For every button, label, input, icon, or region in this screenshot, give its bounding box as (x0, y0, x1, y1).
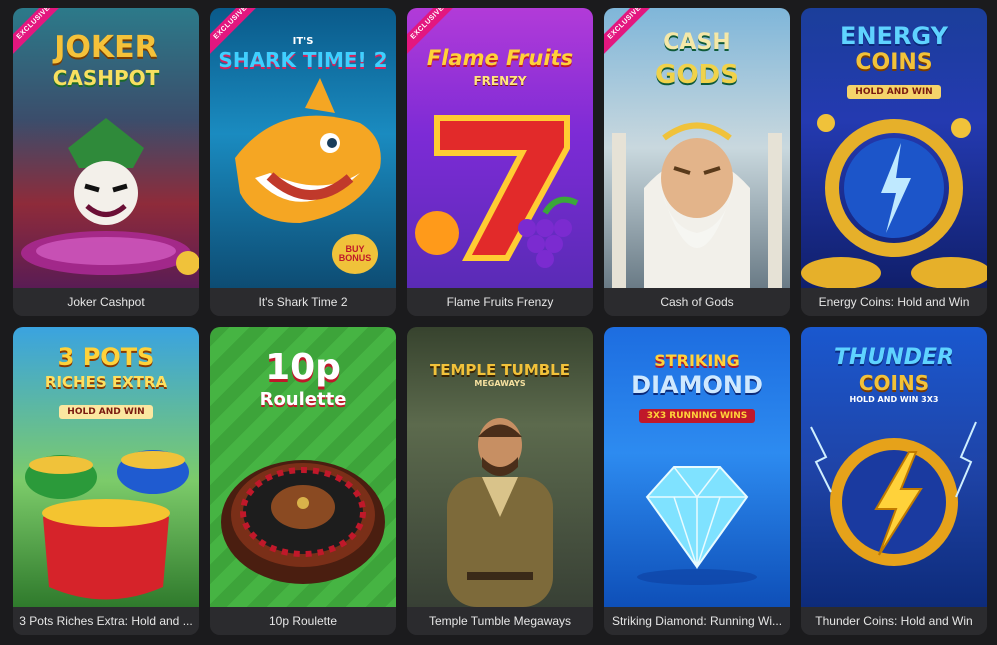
game-card-thunder-coins[interactable]: THUNDER COINS HOLD AND WIN 3X3 Thunder C… (801, 327, 987, 635)
buy-bonus-tag: BUY BONUS (332, 234, 378, 274)
game-logo-subtitle: DIAMOND (631, 371, 763, 399)
game-card-10p-roulette[interactable]: 10p Roulette 10p Roulette (210, 327, 396, 635)
game-logo-title: STRIKING (654, 351, 740, 370)
game-logo-title: ENERGY (840, 22, 948, 50)
game-logo-subtitle: MEGAWAYS (474, 379, 526, 388)
game-thumbnail[interactable]: 10p Roulette (210, 327, 396, 607)
game-thumbnail[interactable]: EXCLUSIVE CASH GODS (604, 8, 790, 288)
game-logo-subtitle: RICHES EXTRA (44, 373, 168, 391)
game-thumbnail[interactable]: EXCLUSIVE Flame Fruits FRENZY (407, 8, 593, 288)
game-logo-title: TEMPLE TUMBLE (429, 361, 570, 379)
game-thumbnail[interactable]: EXCLUSIVE JOKER CASHPOT (13, 8, 199, 288)
game-thumbnail[interactable]: TEMPLE TUMBLE MEGAWAYS (407, 327, 593, 607)
game-logo-subtitle: CASHPOT (52, 66, 160, 90)
game-card-striking-diamond[interactable]: STRIKING DIAMOND 3X3 RUNNING WINS Striki… (604, 327, 790, 635)
game-thumbnail[interactable]: ENERGY COINS HOLD AND WIN (801, 8, 987, 288)
game-title[interactable]: Temple Tumble Megaways (407, 607, 593, 635)
game-logo-subtitle: FRENZY (473, 74, 527, 88)
game-thumbnail[interactable]: STRIKING DIAMOND 3X3 RUNNING WINS (604, 327, 790, 607)
game-card-energy-coins[interactable]: ENERGY COINS HOLD AND WIN Energy Coins: … (801, 8, 987, 316)
game-logo-title: CASH (663, 30, 731, 55)
game-logo-subtitle: COINS (855, 50, 933, 75)
game-logo-subtitle: COINS (858, 371, 930, 395)
game-logo-title: Flame Fruits (426, 46, 574, 70)
game-card-temple-tumble-megaways[interactable]: TEMPLE TUMBLE MEGAWAYS Temple Tumble Meg… (407, 327, 593, 635)
game-title[interactable]: 3 Pots Riches Extra: Hold and ... (13, 607, 199, 635)
hold-and-win-tag: HOLD AND WIN (59, 405, 153, 419)
running-wins-tag: 3X3 RUNNING WINS (638, 409, 756, 423)
game-logo-title: JOKER (54, 30, 158, 65)
game-title[interactable]: It's Shark Time 2 (210, 288, 396, 316)
game-title[interactable]: Joker Cashpot (13, 288, 199, 316)
game-card-3-pots-riches-extra[interactable]: 3 POTS RICHES EXTRA HOLD AND WIN 3 Pots … (13, 327, 199, 635)
game-logo-subtitle: SHARK TIME! 2 (218, 48, 388, 72)
hold-and-win-tag: HOLD AND WIN 3X3 (849, 395, 939, 404)
game-card-joker-cashpot[interactable]: EXCLUSIVE JOKER CASHPOT Joker Cashpot (13, 8, 199, 316)
game-title[interactable]: Cash of Gods (604, 288, 790, 316)
game-title[interactable]: 10p Roulette (210, 607, 396, 635)
game-thumbnail[interactable]: EXCLUSIVE IT'S SHARK TIME! 2 BUY BONUS (210, 8, 396, 288)
game-logo-subtitle: GODS (655, 60, 739, 90)
game-title[interactable]: Flame Fruits Frenzy (407, 288, 593, 316)
game-title[interactable]: Energy Coins: Hold and Win (801, 288, 987, 316)
game-logo-subtitle: Roulette (259, 389, 347, 410)
game-logo-title: IT'S (292, 36, 314, 47)
game-card-cash-of-gods[interactable]: EXCLUSIVE CASH GODS Cash of Gods (604, 8, 790, 316)
hold-and-win-tag: HOLD AND WIN (847, 85, 941, 99)
game-grid: EXCLUSIVE JOKER CASHPOT Joker Cashpot EX… (13, 8, 987, 635)
game-title[interactable]: Striking Diamond: Running Wi... (604, 607, 790, 635)
game-card-its-shark-time-2[interactable]: EXCLUSIVE IT'S SHARK TIME! 2 BUY BONUS I… (210, 8, 396, 316)
hold-and-win-tag-wrap: HOLD AND WIN (13, 399, 199, 419)
game-thumbnail[interactable]: 3 POTS RICHES EXTRA HOLD AND WIN (13, 327, 199, 607)
hold-and-win-tag-wrap: HOLD AND WIN (801, 79, 987, 99)
game-thumbnail[interactable]: THUNDER COINS HOLD AND WIN 3X3 (801, 327, 987, 607)
running-wins-tag-wrap: 3X3 RUNNING WINS (604, 403, 790, 423)
game-title[interactable]: Thunder Coins: Hold and Win (801, 607, 987, 635)
game-logo-title: THUNDER (834, 345, 954, 370)
game-logo-title: 10p (265, 347, 341, 388)
game-logo-title: 3 POTS (57, 343, 155, 371)
game-card-flame-fruits-frenzy[interactable]: EXCLUSIVE Flame Fruits FRENZY Flame Frui… (407, 8, 593, 316)
